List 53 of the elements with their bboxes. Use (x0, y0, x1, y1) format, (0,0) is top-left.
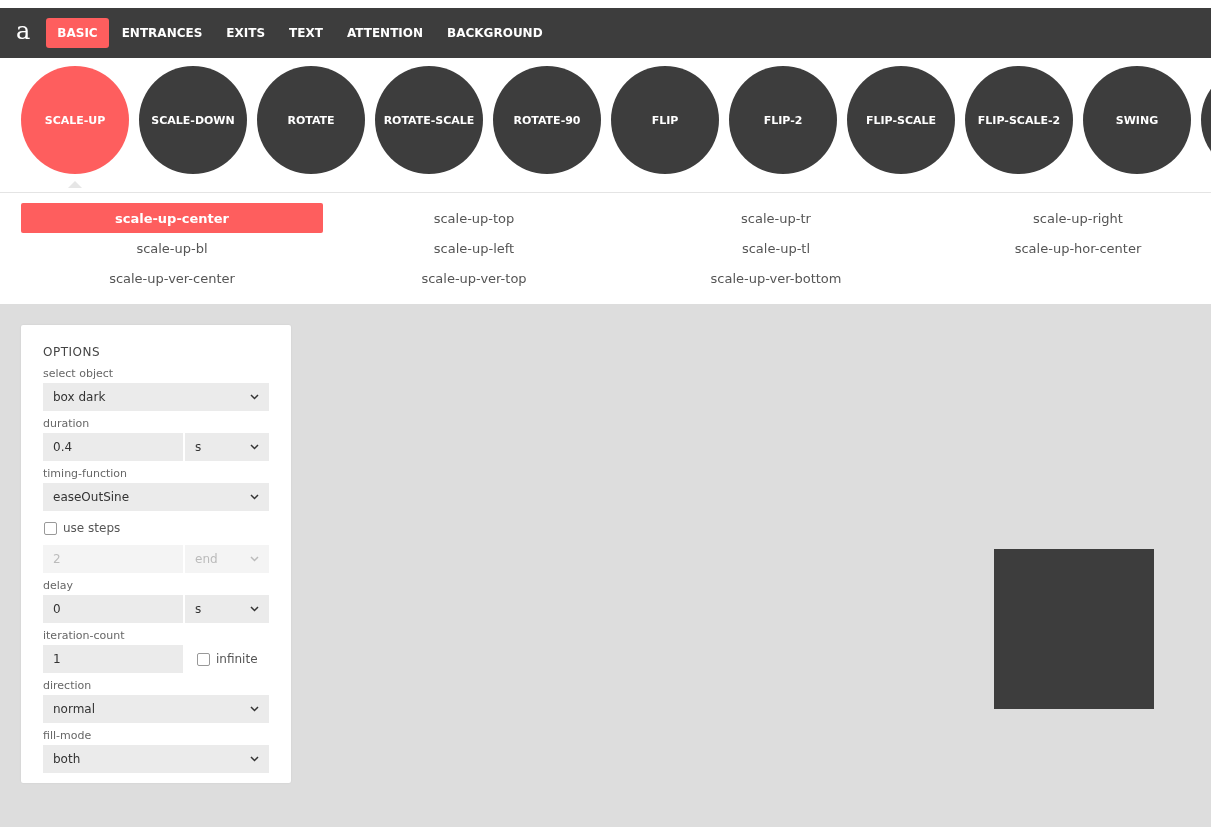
animation-circle[interactable]: ROTATE-90 (493, 66, 601, 174)
input-field[interactable]: 0 (43, 595, 183, 623)
checkbox-label: infinite (216, 652, 258, 666)
chevron-down-icon (250, 756, 259, 762)
logo[interactable]: a (16, 19, 31, 47)
variant-option[interactable]: scale-up-tr (625, 203, 927, 233)
animation-circle[interactable]: FLIP-2 (729, 66, 837, 174)
field-label: delay (43, 579, 75, 592)
variant-option[interactable]: scale-up-tl (625, 233, 927, 263)
field-label: select object (43, 367, 115, 380)
panel-title: OPTIONS (43, 345, 102, 359)
variant-option[interactable]: scale-up-ver-bottom (625, 263, 927, 293)
dropdown[interactable]: easeOutSine (43, 483, 269, 511)
animation-circle[interactable]: FLIP-SCALE-2 (965, 66, 1073, 174)
variant-option[interactable]: scale-up-left (323, 233, 625, 263)
variant-option[interactable]: scale-up-hor-center (927, 233, 1211, 263)
checkbox[interactable] (44, 521, 57, 535)
nav-tab[interactable]: BACKGROUND (436, 18, 554, 48)
animation-circle[interactable]: SCALE-DOWN (139, 66, 247, 174)
variant-option[interactable]: scale-up-right (927, 203, 1211, 233)
unit-dropdown[interactable]: s (185, 433, 269, 461)
dropdown[interactable]: normal (43, 695, 269, 723)
field-label: duration (43, 417, 91, 430)
animation-circle[interactable]: ROTATE (257, 66, 365, 174)
unit-dropdown[interactable]: s (185, 595, 269, 623)
checkbox[interactable] (197, 652, 210, 666)
chevron-down-icon (250, 494, 259, 500)
chevron-down-icon (250, 706, 259, 712)
chevron-down-icon (250, 556, 259, 562)
variant-option[interactable]: scale-up-ver-center (21, 263, 323, 293)
animation-circle[interactable]: FLIP (611, 66, 719, 174)
input-field[interactable]: 1 (43, 645, 183, 673)
variant-option[interactable]: scale-up-top (323, 203, 625, 233)
chevron-down-icon (250, 394, 259, 400)
nav-tab[interactable]: ATTENTION (335, 18, 435, 48)
nav-tab[interactable]: ENTRANCES (110, 18, 214, 48)
animation-circle[interactable]: ROTATE-SCALE (375, 66, 483, 174)
field-label: direction (43, 679, 93, 692)
field-label: timing-function (43, 467, 128, 480)
field-label: iteration-count (43, 629, 126, 642)
animation-circle[interactable]: SWING (1083, 66, 1191, 174)
chevron-down-icon (250, 444, 259, 450)
dropdown[interactable]: box dark (43, 383, 269, 411)
field-label: fill-mode (43, 729, 93, 742)
input-field[interactable]: 0.4 (43, 433, 183, 461)
variant-option[interactable]: scale-up-ver-top (323, 263, 625, 293)
checkbox-label: use steps (63, 521, 121, 535)
variant-option[interactable]: scale-up-bl (21, 233, 323, 263)
nav-tab[interactable]: TEXT (278, 18, 334, 48)
dropdown[interactable]: both (43, 745, 269, 773)
animation-circle[interactable]: FLIP-SCALE (847, 66, 955, 174)
nav-tab[interactable]: EXITS (215, 18, 277, 48)
chevron-down-icon (250, 606, 259, 612)
